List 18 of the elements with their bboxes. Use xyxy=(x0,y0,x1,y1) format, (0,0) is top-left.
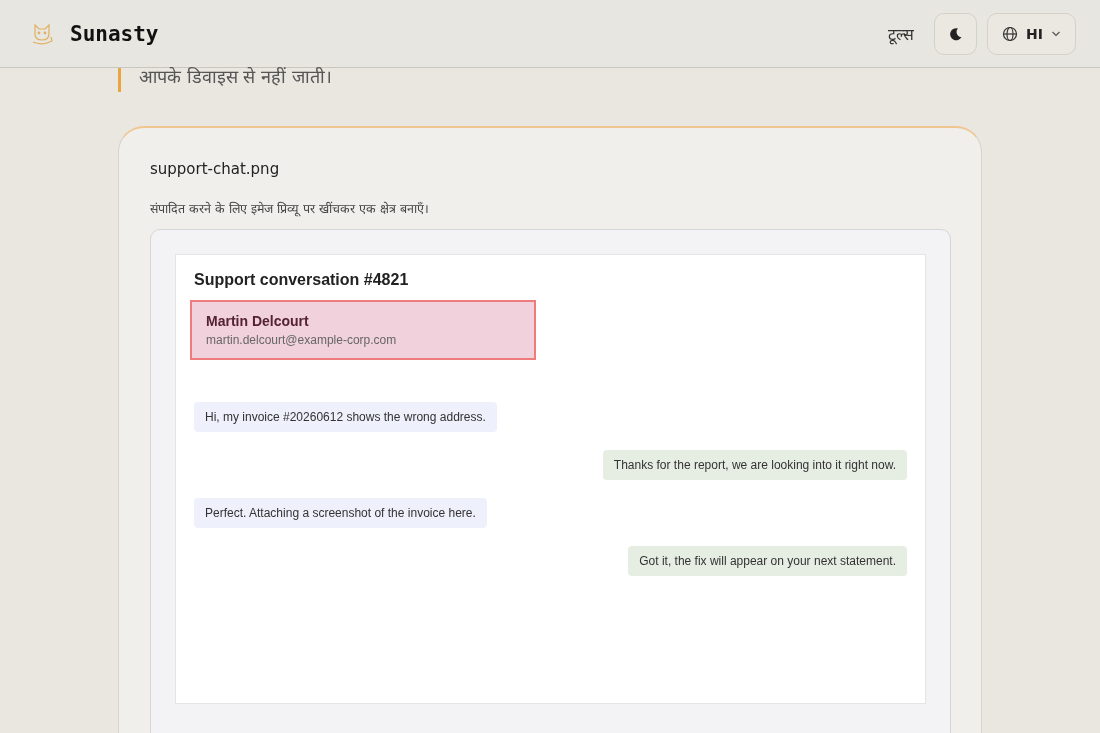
hint-text: संपादित करने के लिए इमेज प्रिव्यू पर खींचकर एक क्षेत्र बनाएँ। xyxy=(150,200,430,217)
tools-link[interactable]: टूल्स xyxy=(888,22,915,45)
contact-name: Martin Delcourt xyxy=(206,313,310,329)
file-name: support-chat.png xyxy=(150,160,281,178)
quote-text: आपके डिवाइस से नहीं जाती। xyxy=(118,68,982,92)
chat-message: Got it, the fix will appear on your next statement. xyxy=(628,546,907,576)
contact-email: martin.delcourt@example-corp.com xyxy=(206,333,398,347)
theme-toggle-button[interactable] xyxy=(934,12,978,55)
moon-icon xyxy=(948,26,963,41)
chat-message: Thanks for the report, we are looking into it right now. xyxy=(602,450,907,480)
contact-block[interactable]: Martin Delcourt martin.delcourt@example-corp.com xyxy=(190,300,536,360)
chevron-down-icon xyxy=(1051,30,1061,37)
conversation-title: Support conversation #4821 xyxy=(194,271,410,289)
globe-icon xyxy=(1002,25,1019,42)
chat-message: Perfect. Attaching a screenshot of the invoice here. xyxy=(194,498,487,528)
language-button[interactable]: HI xyxy=(987,12,1076,55)
brand-name: Sunasty xyxy=(70,21,159,46)
chat-message: Hi, my invoice #20260612 shows the wrong address. xyxy=(194,402,497,432)
